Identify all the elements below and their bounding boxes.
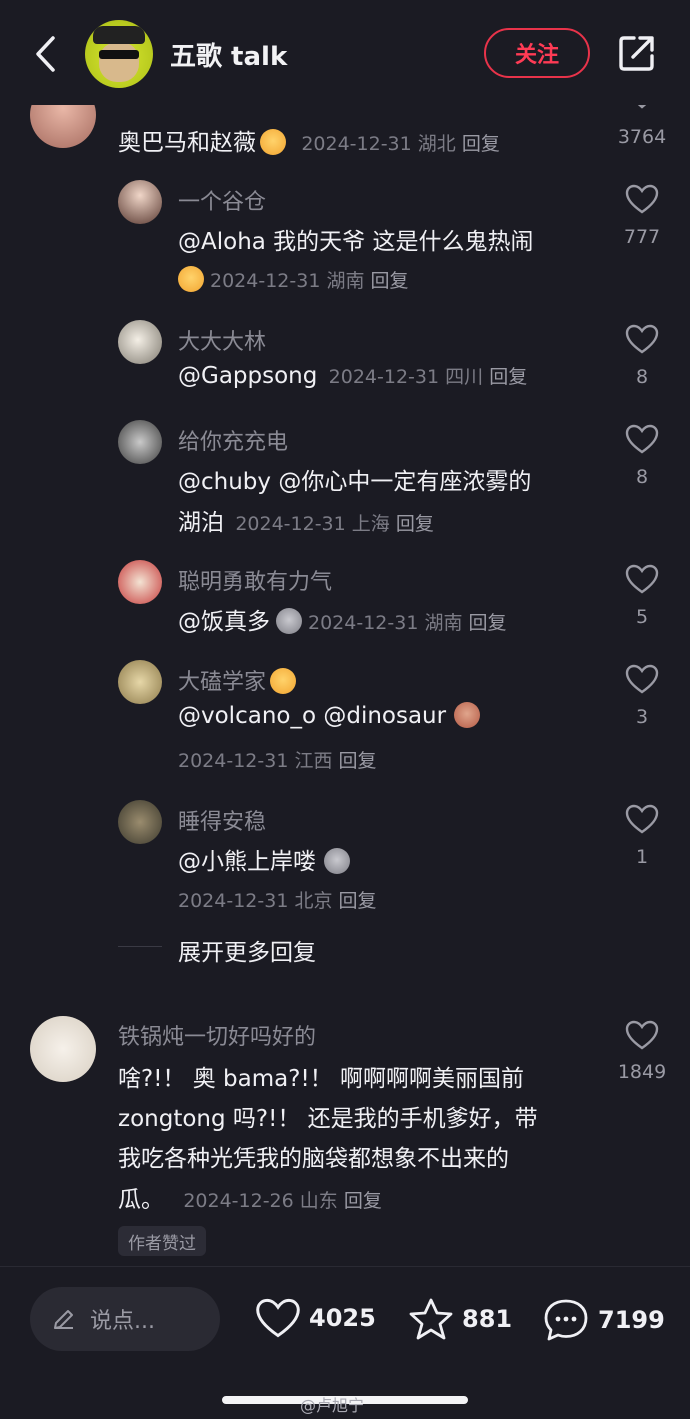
author-avatar[interactable]	[85, 20, 153, 88]
reply-button[interactable]: 回复	[339, 890, 377, 912]
author-name[interactable]: 五歌 talk	[170, 36, 287, 73]
heart-icon[interactable]	[625, 184, 659, 214]
comment-button[interactable]: 7199	[542, 1297, 665, 1343]
avatar[interactable]	[30, 1016, 96, 1082]
comment-location: 山东	[299, 1190, 338, 1212]
like-button[interactable]: 4025	[255, 1297, 376, 1339]
rock-emoji-icon	[276, 608, 302, 634]
reply-location: 上海	[351, 513, 390, 535]
reply-button[interactable]: 回复	[396, 513, 434, 535]
heart-icon[interactable]	[625, 564, 659, 594]
reply-button[interactable]: 回复	[469, 612, 507, 634]
comment-input-placeholder: 说点...	[90, 1309, 155, 1334]
reply-author[interactable]: 大磕学家	[178, 670, 266, 695]
chevron-left-icon	[36, 36, 55, 72]
nerd-emoji-icon	[270, 668, 297, 694]
crying-emoji-icon	[178, 266, 204, 292]
reply-author[interactable]: 聪明勇敢有力气	[178, 564, 332, 596]
header: 五歌 talk 关注	[0, 0, 690, 105]
favorite-button[interactable]: 881	[408, 1297, 512, 1341]
rock-emoji-icon	[324, 848, 350, 874]
expand-more-replies-button[interactable]: 展开更多回复	[178, 933, 316, 967]
reply-text: @chuby @你心中一定有座浓雾的	[178, 469, 532, 495]
reply-date: 2024-12-31	[210, 270, 321, 292]
reply-button[interactable]: 回复	[371, 270, 409, 292]
reply-button[interactable]: 回复	[462, 133, 500, 155]
like-total: 4025	[309, 1304, 376, 1332]
reply-button[interactable]: 回复	[339, 750, 377, 772]
comment-input[interactable]: 说点...	[30, 1287, 220, 1351]
divider	[118, 946, 162, 947]
reply-button[interactable]: 回复	[489, 366, 527, 388]
reply-author[interactable]: 给你充充电	[178, 424, 288, 456]
author-liked-badge: 作者赞过	[118, 1226, 206, 1256]
heart-icon[interactable]	[625, 664, 659, 694]
avatar[interactable]	[118, 180, 162, 224]
comment-text-line1: 啥?!！ 奥 bama?!！ 啊啊啊啊美丽国前	[118, 1066, 524, 1092]
pencil-icon	[54, 1310, 73, 1329]
reply-author[interactable]: 睡得安稳	[178, 804, 266, 836]
reply-text: @Gappsong	[178, 363, 318, 389]
comment-bubble-icon	[544, 1299, 588, 1341]
like-count: 1849	[617, 1061, 667, 1083]
heart-icon[interactable]	[625, 804, 659, 834]
follow-button[interactable]: 关注	[484, 28, 590, 78]
reply-location: 四川	[445, 366, 484, 388]
reply-text: @饭真多	[178, 609, 270, 635]
like-count: 3	[635, 706, 649, 728]
reply-date: 2024-12-31	[235, 513, 346, 535]
comment-text: 奥巴马和赵薇	[118, 130, 256, 156]
heart-icon	[256, 1298, 300, 1338]
heart-icon[interactable]	[625, 424, 659, 454]
reply-text: @小熊上岸喽	[178, 849, 316, 875]
heart-icon[interactable]	[625, 324, 659, 354]
comment-location: 湖北	[417, 133, 456, 155]
watermark: @卢旭宁	[300, 1396, 365, 1415]
avatar[interactable]	[118, 320, 162, 364]
star-icon	[409, 1298, 453, 1340]
avatar[interactable]	[118, 420, 162, 464]
share-icon[interactable]	[616, 32, 658, 74]
back-button[interactable]	[28, 30, 62, 78]
comment-text-line2: zongtong 吗?!！ 还是我的手机爹好，带	[118, 1106, 538, 1132]
reply-location: 湖南	[326, 270, 365, 292]
reply-button[interactable]: 回复	[344, 1190, 382, 1212]
avatar[interactable]	[118, 560, 162, 604]
reply-text-line2: 湖泊	[178, 510, 224, 536]
like-count: 3764	[617, 126, 667, 148]
reply-author[interactable]: 大大大林	[178, 324, 266, 356]
sweat-emoji-icon	[454, 702, 481, 728]
like-count: 8	[635, 366, 649, 388]
comment-date: 2024-12-31	[301, 133, 412, 155]
reply-date: 2024-12-31	[328, 366, 440, 388]
comment-text-line4: 瓜。	[118, 1187, 164, 1213]
favorite-total: 881	[462, 1305, 513, 1333]
like-count: 777	[623, 226, 661, 248]
avatar[interactable]	[118, 660, 162, 704]
like-count: 5	[635, 606, 649, 628]
like-count: 1	[635, 846, 649, 868]
reply-location: 北京	[294, 890, 333, 912]
like-count: 8	[635, 466, 649, 488]
crying-emoji-icon	[260, 129, 286, 155]
reply-text: @volcano_o @dinosaur	[178, 703, 447, 729]
avatar[interactable]	[118, 800, 162, 844]
reply-text: @Aloha 我的天爷 这是什么鬼热闹	[178, 229, 534, 255]
reply-date: 2024-12-31	[308, 612, 419, 634]
comment-text-line3: 我吃各种光凭我的脑袋都想象不出来的	[118, 1146, 509, 1172]
reply-date: 2024-12-31	[178, 890, 289, 912]
reply-location: 湖南	[424, 612, 463, 634]
comment-total: 7199	[598, 1306, 665, 1334]
reply-author[interactable]: 一个谷仓	[178, 184, 266, 216]
comment-author[interactable]: 铁锅炖一切好吗好的	[118, 1019, 316, 1051]
heart-icon[interactable]	[625, 1020, 659, 1050]
comment-date: 2024-12-26	[183, 1190, 294, 1212]
reply-date: 2024-12-31	[178, 750, 289, 772]
reply-location: 江西	[294, 750, 333, 772]
